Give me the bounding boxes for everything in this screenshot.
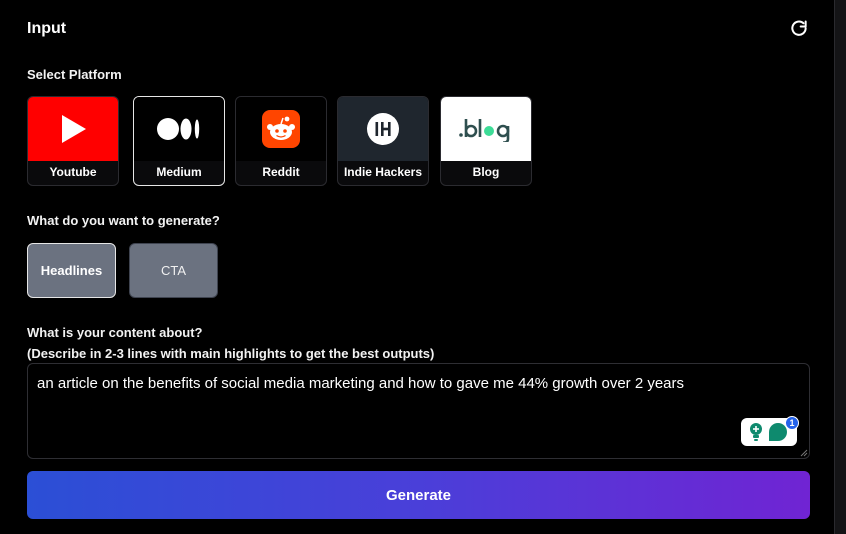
input-panel: Input Select Platform Youtube Medium Red… [0, 0, 834, 534]
youtube-play-icon [28, 97, 118, 161]
blog-logo-icon [441, 97, 531, 161]
scrollbar-track[interactable] [834, 0, 846, 534]
panel-title: Input [27, 20, 67, 37]
refresh-icon[interactable] [789, 19, 809, 39]
platform-label-reddit: Reddit [262, 165, 300, 179]
chat-bubble-icon [769, 423, 787, 441]
medium-logo-icon [134, 97, 224, 161]
platform-youtube[interactable]: Youtube [27, 96, 119, 186]
platform-label-indie-hackers: Indie Hackers [343, 165, 423, 179]
reddit-logo-icon [236, 97, 326, 161]
platform-reddit[interactable]: Reddit [235, 96, 327, 186]
generate-type-label: What do you want to generate? [27, 213, 220, 228]
generate-button[interactable]: Generate [27, 471, 810, 519]
platform-label-blog: Blog [472, 165, 500, 179]
option-headlines[interactable]: Headlines [27, 243, 116, 298]
content-label: What is your content about? [27, 325, 203, 340]
platform-label: Select Platform [27, 67, 122, 82]
platform-medium[interactable]: Medium [133, 96, 225, 186]
notification-badge: 1 [785, 416, 799, 430]
resize-handle-icon[interactable] [800, 449, 808, 457]
indie-hackers-logo-icon [338, 97, 428, 161]
content-textarea[interactable]: an article on the benefits of social med… [27, 363, 810, 459]
platform-label-medium: Medium [156, 165, 202, 179]
platform-indie-hackers[interactable]: Indie Hackers [337, 96, 429, 186]
lightbulb-icon [750, 423, 762, 441]
option-cta[interactable]: CTA [129, 243, 218, 298]
content-hint: (Describe in 2-3 lines with main highlig… [27, 346, 435, 361]
platform-label-youtube: Youtube [49, 165, 97, 179]
platform-blog[interactable]: Blog [440, 96, 532, 186]
